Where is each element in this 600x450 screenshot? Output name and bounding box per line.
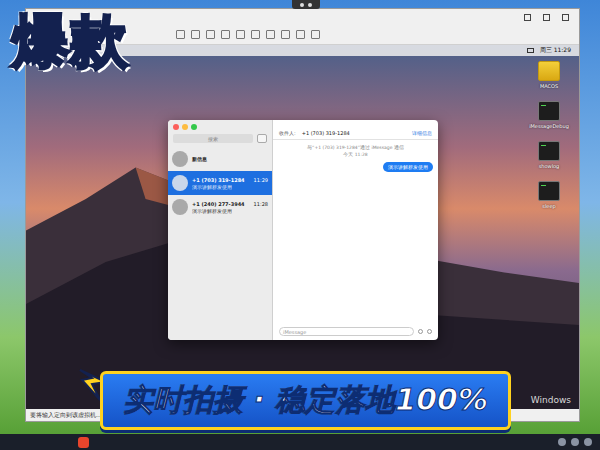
thread-date: 今天 11:28 bbox=[278, 152, 433, 157]
details-link[interactable]: 详细信息 bbox=[412, 130, 432, 136]
tray-icon[interactable] bbox=[584, 438, 592, 446]
window-control-icon[interactable] bbox=[543, 14, 550, 21]
mac-desktop: 周三 11:29 MACOS iMessageDebug showlog sleep 搜索… bbox=[26, 45, 579, 409]
messages-window: 搜索新信息+1 (703) 319-128411:29演示讲解群发使用+1 (2… bbox=[168, 120, 438, 340]
traffic-light-icon[interactable] bbox=[173, 124, 179, 130]
sidebar: 搜索新信息+1 (703) 319-128411:29演示讲解群发使用+1 (2… bbox=[168, 120, 273, 340]
tool-icon[interactable] bbox=[311, 30, 320, 39]
settings-icon[interactable] bbox=[308, 3, 312, 7]
terminal-icon bbox=[538, 181, 560, 201]
tool-icon[interactable] bbox=[176, 30, 185, 39]
emoji-icon[interactable] bbox=[418, 329, 423, 334]
system-tray bbox=[558, 438, 592, 446]
microphone-icon[interactable] bbox=[427, 329, 432, 334]
terminal-icon bbox=[538, 141, 560, 161]
tool-icon[interactable] bbox=[236, 30, 245, 39]
avatar-icon bbox=[172, 199, 188, 215]
menu-clock[interactable]: 周三 11:29 bbox=[540, 46, 571, 55]
chat-pane: 收件人:+1 (703) 319-1284 详细信息与“+1 (703) 319-… bbox=[273, 120, 438, 340]
input-bar: iMessage bbox=[273, 323, 438, 340]
pin-icon[interactable] bbox=[300, 3, 304, 7]
thread: 与“+1 (703) 319-1284”通过 iMessage 通信今天 11:… bbox=[273, 140, 438, 323]
title-banner: 爆款 bbox=[6, 6, 134, 77]
tool-icon[interactable] bbox=[281, 30, 290, 39]
folder-icon bbox=[538, 61, 560, 81]
traffic-light-icon[interactable] bbox=[182, 124, 188, 130]
tray-icon[interactable] bbox=[571, 438, 579, 446]
compose-icon[interactable] bbox=[257, 134, 267, 143]
desktop-icon[interactable]: showlog bbox=[538, 141, 560, 169]
desktop-icons: MACOS iMessageDebug showlog sleep bbox=[525, 61, 573, 209]
tool-icon[interactable] bbox=[266, 30, 275, 39]
display-icon[interactable] bbox=[527, 48, 534, 53]
message-input[interactable]: iMessage bbox=[279, 327, 414, 336]
screen: 周三 11:29 MACOS iMessageDebug showlog sleep 搜索… bbox=[0, 0, 600, 450]
tool-icon[interactable] bbox=[221, 30, 230, 39]
avatar-icon bbox=[172, 151, 188, 167]
conversation-row[interactable]: +1 (240) 277-394411:28演示讲解群发使用 bbox=[168, 195, 272, 219]
avatar-icon bbox=[172, 175, 188, 191]
window-control-icon[interactable] bbox=[562, 14, 569, 21]
search-field[interactable]: 搜索 bbox=[173, 134, 253, 143]
tool-icon[interactable] bbox=[251, 30, 260, 39]
tray-icon[interactable] bbox=[558, 438, 566, 446]
conversation-row[interactable]: +1 (703) 319-128411:29演示讲解群发使用 bbox=[168, 171, 272, 195]
tool-icon[interactable] bbox=[191, 30, 200, 39]
recipient[interactable]: 收件人:+1 (703) 319-1284 bbox=[279, 130, 350, 136]
thread-info: 与“+1 (703) 319-1284”通过 iMessage 通信 bbox=[278, 145, 433, 150]
desktop-icon[interactable]: MACOS bbox=[538, 61, 560, 89]
activation-watermark: Windows bbox=[531, 395, 571, 405]
caption-banner: 实时拍摄 · 稳定落地100% bbox=[78, 368, 511, 430]
desktop-icon[interactable]: sleep bbox=[538, 181, 560, 209]
conversation-row[interactable]: 新信息 bbox=[168, 147, 272, 171]
sogou-icon[interactable] bbox=[78, 437, 89, 448]
terminal-icon bbox=[538, 101, 560, 121]
desktop-icon[interactable]: iMessageDebug bbox=[529, 101, 569, 129]
chat-header: 收件人:+1 (703) 319-1284 详细信息 bbox=[273, 120, 438, 140]
tool-icon[interactable] bbox=[296, 30, 305, 39]
traffic-light-icon[interactable] bbox=[191, 124, 197, 130]
message-bubble: 演示讲解群发使用 bbox=[383, 162, 433, 172]
remote-pin-bar bbox=[292, 0, 320, 9]
tool-icon[interactable] bbox=[206, 30, 215, 39]
taskbar bbox=[0, 434, 600, 450]
window-control-icon[interactable] bbox=[524, 14, 531, 21]
